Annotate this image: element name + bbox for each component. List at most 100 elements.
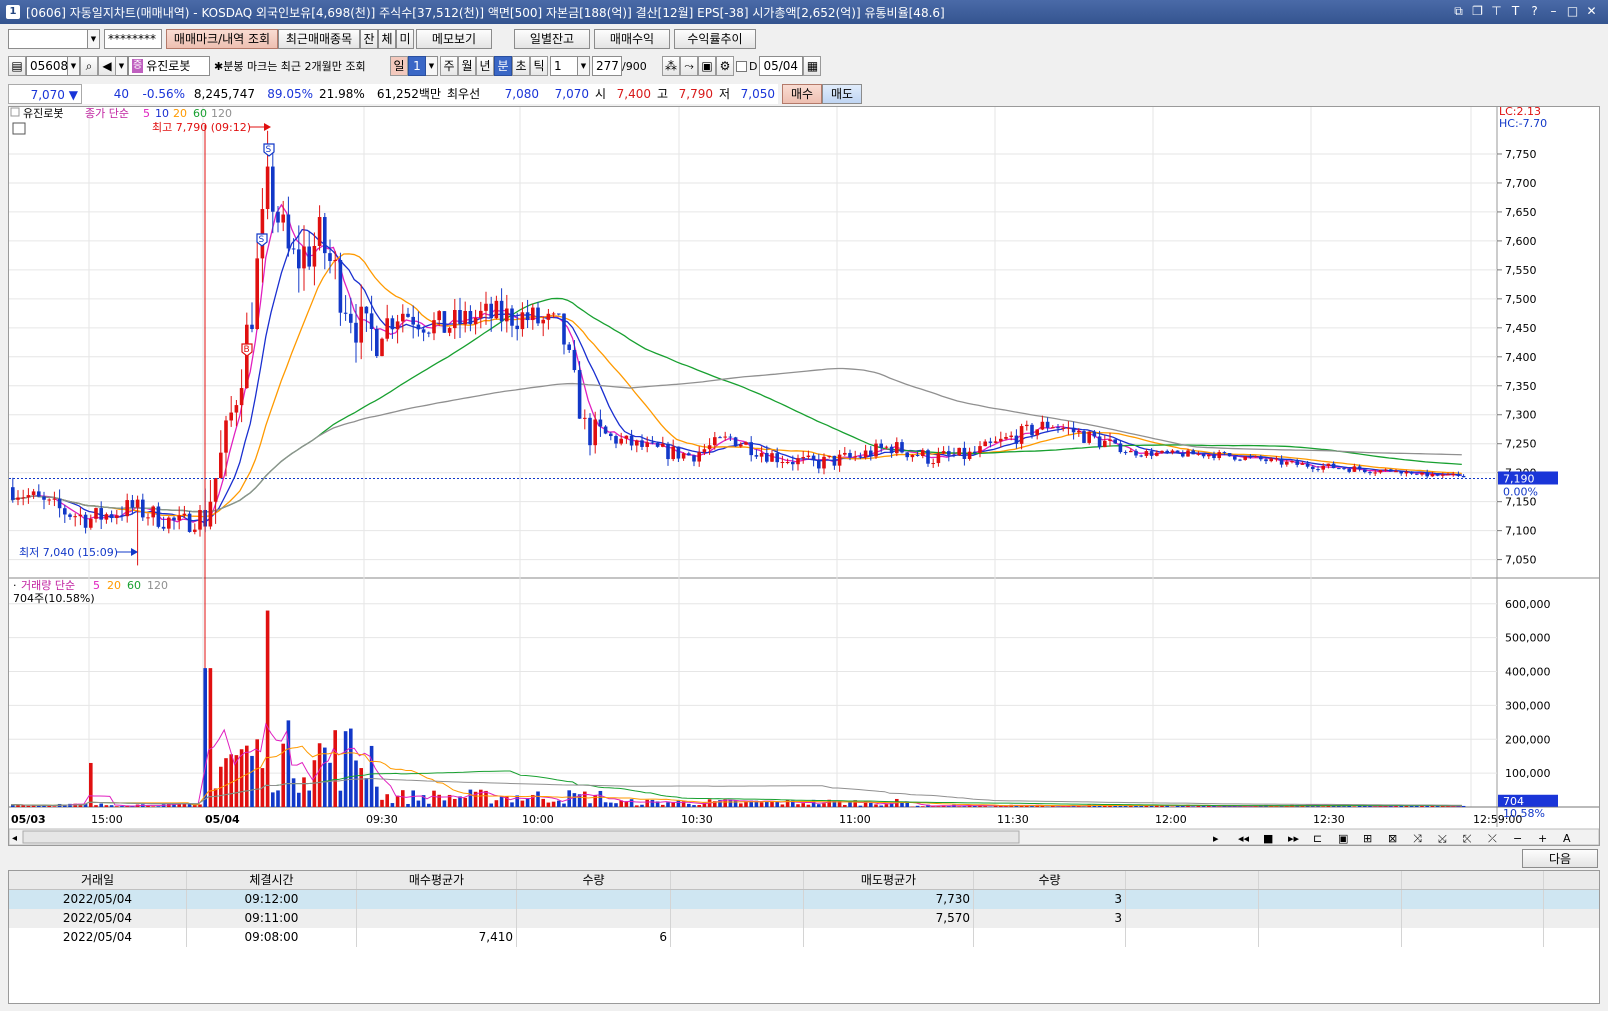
candle-body [401, 313, 405, 322]
candle-body [1316, 469, 1320, 471]
period-day-count[interactable]: 1 [408, 56, 426, 76]
sell-button[interactable]: 매도 [822, 84, 862, 104]
candle-body [229, 412, 233, 421]
interval-dropdown-icon[interactable]: ▼ [578, 56, 590, 76]
table-row[interactable]: 2022/05/04 09:12:00 7,730 3 [9, 890, 1599, 909]
count-input[interactable]: 277 [592, 56, 622, 76]
candle-body [494, 300, 499, 319]
account-input[interactable] [8, 29, 88, 49]
tab-trade-mark[interactable]: 매매마크/내역 조회 [166, 29, 278, 49]
period-week[interactable]: 주 [440, 56, 458, 76]
trade-profit-button[interactable]: 매매수익 [594, 29, 670, 49]
candle-body [676, 446, 681, 459]
search-icon[interactable]: ⌕ [80, 56, 98, 76]
memo-button[interactable]: 메모보기 [416, 29, 492, 49]
help-icon[interactable]: ? [1526, 3, 1543, 20]
link-icon[interactable]: ⧉ [1450, 3, 1467, 20]
column-header[interactable] [1402, 871, 1544, 889]
candlestick-chart[interactable]: 7,750 7,700 7,650 7,600 7,550 7,500 7,450 7,400… [9, 107, 1599, 845]
candle-body [785, 461, 790, 463]
candle-body [1077, 431, 1081, 433]
volume-bar [494, 800, 499, 807]
candle-body [723, 436, 727, 438]
candle-body [1181, 452, 1185, 457]
candle-body [1201, 453, 1206, 457]
table-row[interactable]: 2022/05/04 09:11:00 7,570 3 [9, 909, 1599, 928]
stock-name-field[interactable]: 증 유진로봇 [128, 56, 210, 76]
legend-symbol: 유진로봇 [23, 107, 63, 120]
indicator-icon[interactable]: ⁂ [662, 56, 680, 76]
return-trend-button[interactable]: 수익률추이 [674, 29, 756, 49]
candle-body [765, 452, 769, 462]
tab-unexecuted[interactable]: 미 [396, 29, 414, 49]
stock-code-input[interactable]: 056080 [26, 56, 76, 76]
volume-bar [406, 803, 410, 807]
time-label: 10:00 [522, 813, 554, 826]
column-header[interactable] [1126, 871, 1259, 889]
period-year[interactable]: 년 [476, 56, 494, 76]
period-month[interactable]: 월 [458, 56, 476, 76]
low-label: 저 [716, 84, 734, 104]
column-header[interactable]: 체결시간 [187, 871, 357, 889]
date-checkbox[interactable] [736, 60, 747, 72]
speaker-dropdown-icon[interactable]: ▼ [116, 56, 128, 76]
interval-input[interactable]: 1 [550, 56, 578, 76]
table-cell [1402, 890, 1544, 909]
column-header[interactable]: 수량 [974, 871, 1126, 889]
candle-body [1342, 468, 1346, 470]
candle-body [832, 455, 837, 466]
column-header[interactable]: 수량 [517, 871, 671, 889]
volume-bar [120, 806, 124, 807]
settings-gear-icon[interactable]: ⚙ [716, 56, 734, 76]
period-second[interactable]: 초 [512, 56, 530, 76]
column-header[interactable]: 매도평균가 [804, 871, 974, 889]
chart-menu-icon[interactable]: ▤ [8, 56, 26, 76]
close-icon[interactable]: ✕ [1583, 3, 1600, 20]
tab-recent-stocks[interactable]: 최근매매종목 [278, 29, 360, 49]
candle-body [1383, 469, 1388, 471]
tab-executed[interactable]: 체 [378, 29, 396, 49]
column-header[interactable]: 거래일 [9, 871, 187, 889]
price-tick-label: 7,500 [1505, 293, 1537, 306]
candle-body [988, 441, 993, 443]
period-minute[interactable]: 분 [494, 56, 512, 76]
volume-bar [884, 804, 889, 807]
maximize-icon[interactable]: □ [1564, 3, 1581, 20]
volume-bar [515, 795, 519, 807]
buy-button[interactable]: 매수 [782, 84, 822, 104]
next-button[interactable]: 다음 [1522, 849, 1598, 868]
table-row[interactable]: 2022/05/04 09:08:00 7,410 6 [9, 928, 1599, 947]
volume-bar [879, 805, 883, 807]
period-dropdown-icon[interactable]: ▼ [426, 56, 438, 76]
period-tick[interactable]: 틱 [530, 56, 548, 76]
trade-history-table: 거래일 체결시간 매수평균가 수량 매도평균가 수량 2022/05/04 09:12:00… [8, 870, 1600, 1004]
volume-bar [869, 802, 873, 807]
copy-window-icon[interactable]: ❐ [1469, 3, 1486, 20]
font-icon[interactable]: T [1507, 3, 1524, 20]
tab-balance[interactable]: 잔 [360, 29, 378, 49]
code-dropdown-icon[interactable]: ▼ [68, 56, 80, 76]
candle-body [843, 452, 847, 455]
candle-body [1279, 458, 1284, 465]
save-icon[interactable]: ▣ [698, 56, 716, 76]
date-input[interactable]: 05/04 [759, 56, 804, 76]
best-quote-label: 최우선 [444, 84, 492, 104]
period-day[interactable]: 일 [390, 56, 408, 76]
speaker-icon[interactable]: ◀ [98, 56, 116, 76]
chart-area[interactable]: 7,750 7,700 7,650 7,600 7,550 7,500 7,450 7,400… [8, 106, 1600, 846]
candle-body [323, 217, 327, 254]
pin-icon[interactable]: ⊤ [1488, 3, 1505, 20]
volume-bar [858, 805, 863, 807]
trade-amount: 61,252백만 [366, 84, 444, 104]
trend-icon[interactable]: ⤳ [680, 56, 698, 76]
column-header[interactable] [671, 871, 804, 889]
password-field[interactable]: ******** [104, 29, 162, 49]
minimize-icon[interactable]: – [1545, 3, 1562, 20]
column-header[interactable] [1259, 871, 1402, 889]
candle-body [692, 455, 696, 462]
candle-body [1129, 450, 1133, 453]
daily-balance-button[interactable]: 일별잔고 [514, 29, 590, 49]
account-dropdown-icon[interactable]: ▼ [88, 29, 100, 49]
column-header[interactable]: 매수평균가 [357, 871, 517, 889]
calendar-icon[interactable]: ▦ [803, 56, 822, 76]
